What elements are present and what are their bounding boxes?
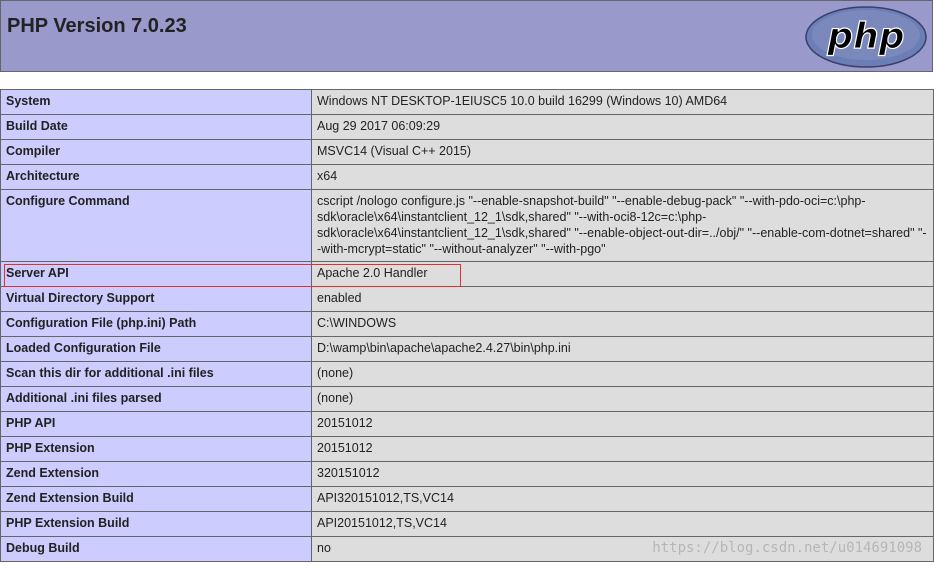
row-label: Zend Extension Build: [0, 486, 312, 512]
table-row: Server API Apache 2.0 Handler: [0, 261, 934, 287]
row-value: Windows NT DESKTOP-1EIUSC5 10.0 build 16…: [311, 89, 934, 115]
table-row: Additional .ini files parsed (none): [0, 386, 934, 412]
table-row: Configuration File (php.ini) Path C:\WIND…: [0, 311, 934, 337]
row-label: Build Date: [0, 114, 312, 140]
row-value: D:\wamp\bin\apache\apache2.4.27\bin\php.…: [311, 336, 934, 362]
table-row: Architecture x64: [0, 164, 934, 190]
row-label: Configure Command: [0, 189, 312, 262]
table-row: PHP Extension Build API20151012,TS,VC14: [0, 511, 934, 537]
row-value: 320151012: [311, 461, 934, 487]
row-value: x64: [311, 164, 934, 190]
row-value: 20151012: [311, 436, 934, 462]
table-row: PHP API 20151012: [0, 411, 934, 437]
row-value: MSVC14 (Visual C++ 2015): [311, 139, 934, 165]
table-row: System Windows NT DESKTOP-1EIUSC5 10.0 bu…: [0, 89, 934, 115]
row-label: Configuration File (php.ini) Path: [0, 311, 312, 337]
table-row: Scan this dir for additional .ini files(…: [0, 361, 934, 387]
table-row: Loaded Configuration File D:\wamp\bin\apa…: [0, 336, 934, 362]
page-header: PHP Version 7.0.23 php: [0, 0, 933, 72]
php-info-table: System Windows NT DESKTOP-1EIUSC5 10.0 bu…: [0, 89, 934, 562]
row-value: C:\WINDOWS: [311, 311, 934, 337]
row-value: enabled: [311, 286, 934, 312]
row-value: (none): [311, 386, 934, 412]
row-value: 20151012: [311, 411, 934, 437]
row-label: PHP API: [0, 411, 312, 437]
row-label: Debug Build: [0, 536, 312, 562]
row-label: Loaded Configuration File: [0, 336, 312, 362]
table-row: PHP Extension 20151012: [0, 436, 934, 462]
table-row: Virtual Directory Support enabled: [0, 286, 934, 312]
row-value: (none): [311, 361, 934, 387]
watermark: https://blog.csdn.net/u014691098: [652, 540, 922, 556]
row-label: PHP Extension: [0, 436, 312, 462]
php-logo-text: php: [826, 16, 904, 57]
row-label: Compiler: [0, 139, 312, 165]
row-label: PHP Extension Build: [0, 511, 312, 537]
row-label: Zend Extension: [0, 461, 312, 487]
table-row: Compiler MSVC14 (Visual C++ 2015): [0, 139, 934, 165]
row-value: API320151012,TS,VC14: [311, 486, 934, 512]
table-row: Zend Extension 320151012: [0, 461, 934, 487]
row-label: Additional .ini files parsed: [0, 386, 312, 412]
row-value: API20151012,TS,VC14: [311, 511, 934, 537]
row-value: cscript /nologo configure.js "--enable-s…: [311, 189, 934, 262]
php-logo: php: [805, 6, 927, 68]
page-title: PHP Version 7.0.23: [7, 15, 187, 37]
row-value: Apache 2.0 Handler: [311, 261, 934, 287]
row-label: Scan this dir for additional .ini files: [0, 361, 312, 387]
row-label: Server API: [0, 261, 312, 287]
row-label: Virtual Directory Support: [0, 286, 312, 312]
table-row: Build Date Aug 29 2017 06:09:29: [0, 114, 934, 140]
table-row: Configure Command cscript /nologo configu…: [0, 189, 934, 262]
table-row: Zend Extension Build API320151012,TS,VC14: [0, 486, 934, 512]
row-label: Architecture: [0, 164, 312, 190]
row-value: Aug 29 2017 06:09:29: [311, 114, 934, 140]
row-label: System: [0, 89, 312, 115]
